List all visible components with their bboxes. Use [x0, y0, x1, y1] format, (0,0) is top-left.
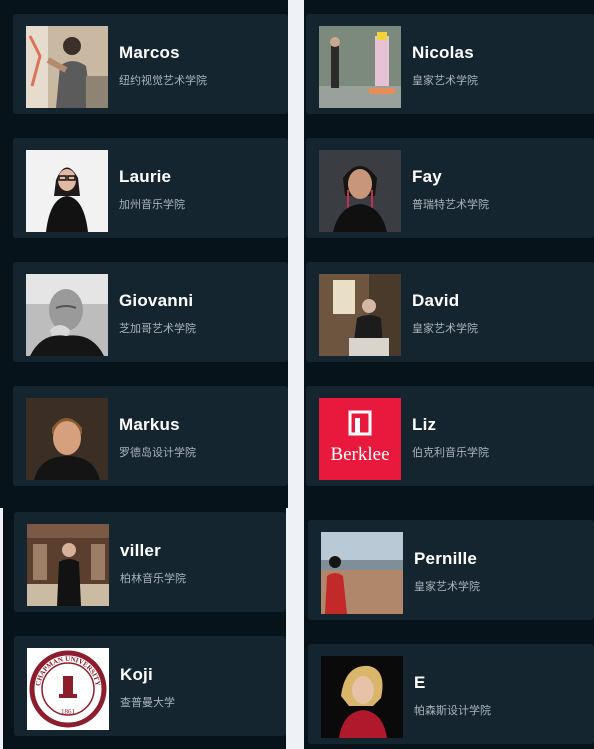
profile-card-pernille[interactable]: Pernille 皇家艺术学院: [308, 520, 594, 620]
profile-school: 加州音乐学院: [119, 199, 185, 211]
svg-text:Berklee: Berklee: [330, 444, 389, 465]
profile-card-laurie[interactable]: Laurie 加州音乐学院: [13, 138, 288, 238]
profile-name: Pernille: [414, 549, 478, 568]
chapman-seal-logo: CHAPMAN UNIVERSITY 1861: [27, 648, 109, 730]
profile-name: Markus: [119, 415, 180, 434]
conductor-photo: [27, 524, 109, 606]
profile-card-liz[interactable]: Berklee Liz 伯克利音乐学院: [306, 386, 594, 486]
profile-card-giovanni[interactable]: Giovanni 芝加哥艺术学院: [13, 262, 288, 362]
blonde-woman-photo: [321, 656, 403, 738]
profile-school: 查普曼大学: [120, 697, 175, 709]
berklee-logo: Berklee: [319, 398, 401, 480]
profile-name: Marcos: [119, 43, 180, 62]
profile-card-nicolas[interactable]: Nicolas 皇家艺术学院: [306, 14, 594, 114]
profile-name: Nicolas: [412, 43, 474, 62]
profile-school: 普瑞特艺术学院: [412, 199, 489, 211]
profile-school: 柏林音乐学院: [120, 573, 186, 585]
bw-portrait-photo: [26, 274, 108, 356]
profile-school: 皇家艺术学院: [414, 581, 480, 593]
profile-school: 伯克利音乐学院: [412, 447, 489, 459]
profile-name: Liz: [412, 415, 437, 434]
svg-text:1861: 1861: [61, 708, 76, 716]
man-portrait-photo: [26, 398, 108, 480]
profile-school: 皇家艺术学院: [412, 75, 478, 87]
beach-photo: [321, 532, 403, 614]
profile-card-markus[interactable]: Markus 罗德岛设计学院: [13, 386, 288, 486]
profile-name: E: [414, 673, 426, 692]
woman-glasses-photo: [26, 150, 108, 232]
profile-school: 皇家艺术学院: [412, 323, 478, 335]
profile-card-fay[interactable]: Fay 普瑞特艺术学院: [306, 138, 594, 238]
profile-card-david[interactable]: David 皇家艺术学院: [306, 262, 594, 362]
profile-name: Fay: [412, 167, 442, 186]
profile-school: 罗德岛设计学院: [119, 447, 196, 459]
woman-dark-photo: [319, 150, 401, 232]
painter-photo: [26, 26, 108, 108]
profile-name: David: [412, 291, 460, 310]
profile-card-viller[interactable]: viller 柏林音乐学院: [14, 512, 286, 612]
profile-school: 纽约视觉艺术学院: [119, 75, 207, 87]
profile-school: 帕森斯设计学院: [414, 705, 491, 717]
street-art-photo: [319, 26, 401, 108]
profile-card-koji[interactable]: CHAPMAN UNIVERSITY 1861 Koji 查普曼大学: [14, 636, 286, 736]
seated-man-photo: [319, 274, 401, 356]
profile-name: viller: [120, 541, 161, 560]
profile-name: Koji: [120, 665, 153, 684]
profile-name: Giovanni: [119, 291, 194, 310]
profile-school: 芝加哥艺术学院: [119, 323, 196, 335]
profile-name: Laurie: [119, 167, 172, 186]
profile-card-marcos[interactable]: Marcos 纽约视觉艺术学院: [13, 14, 288, 114]
profile-card-e[interactable]: E 帕森斯设计学院: [308, 644, 594, 744]
